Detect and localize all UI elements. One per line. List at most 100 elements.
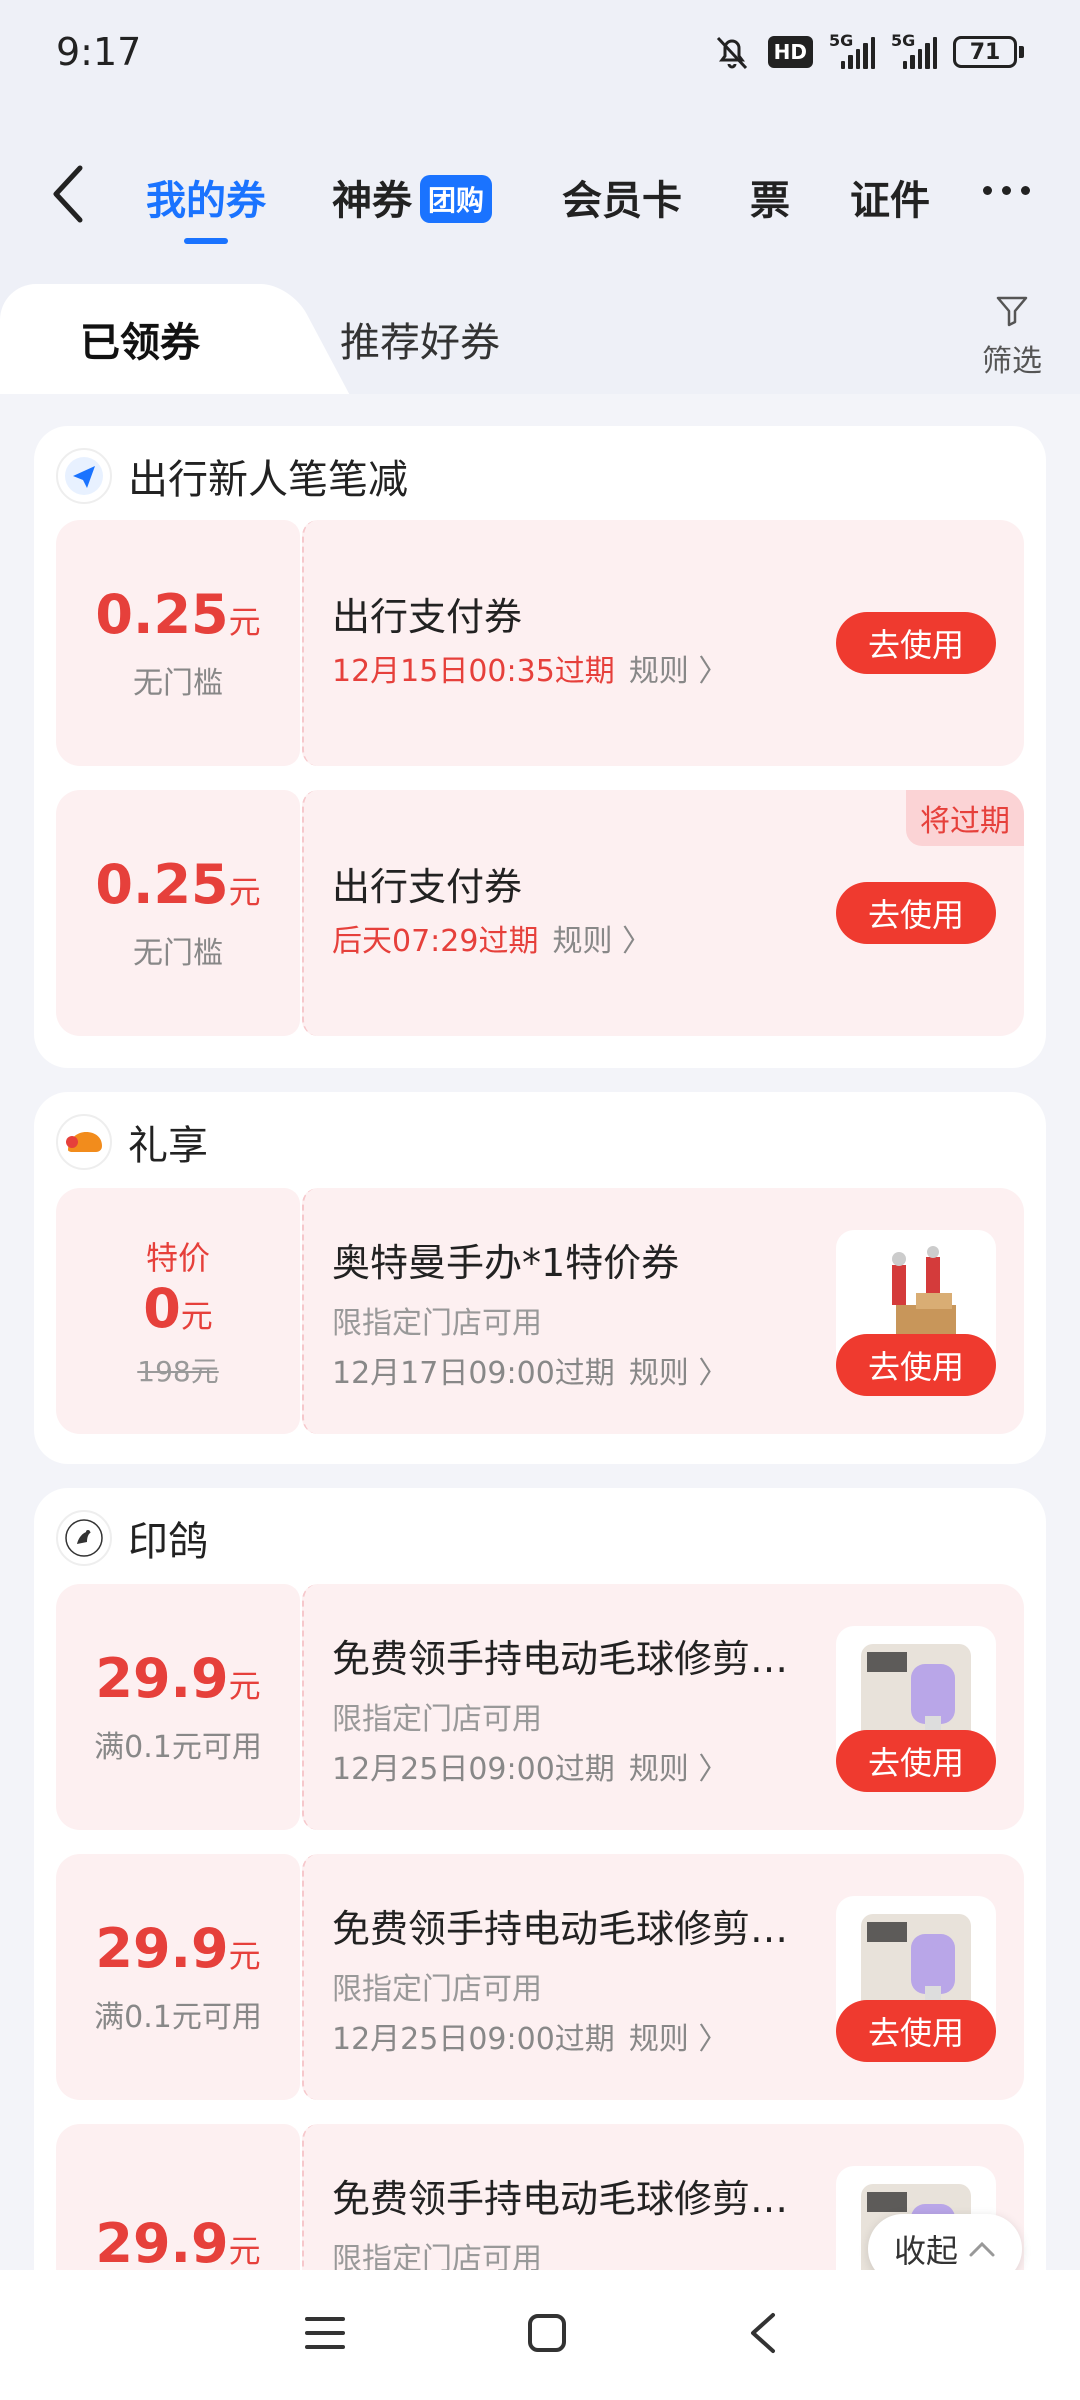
coupon-value: 0.25元 无门槛 xyxy=(56,790,300,1036)
rules-link[interactable]: 规则 〉 xyxy=(629,646,729,690)
coupon-condition: 无门槛 xyxy=(133,935,223,971)
signal-icon: 5G xyxy=(829,31,876,69)
coupon-store: 限指定门店可用 xyxy=(332,1972,542,2007)
rules-link[interactable]: 规则 〉 xyxy=(629,2014,729,2058)
special-price-label: 特价 xyxy=(145,1238,210,1277)
coupon-unit: 元 xyxy=(180,1296,213,1335)
subtab-claimed[interactable]: 已领券 xyxy=(0,284,280,394)
coupon-title: 奥特曼手办*1特价券 xyxy=(332,1241,680,1285)
use-coupon-button[interactable]: 去使用 xyxy=(836,2000,996,2062)
coupon-title: 出行支付券 xyxy=(332,595,523,639)
tab-documents[interactable]: 证件 xyxy=(850,168,930,226)
home-square-icon xyxy=(528,2314,566,2352)
filter-icon xyxy=(996,296,1028,327)
tab-label: 神券 xyxy=(332,178,412,224)
coupon-amount: 29.9 xyxy=(95,1916,229,1980)
yinge-logo-icon xyxy=(56,1510,112,1566)
mute-bell-icon xyxy=(716,36,747,70)
group-brand: 印鸽 xyxy=(128,1519,208,1565)
coupon-amount: 0.25 xyxy=(95,582,229,646)
coupon-amount: 0 xyxy=(143,1276,181,1340)
use-coupon-button[interactable]: 去使用 xyxy=(836,1730,996,1792)
coupon-amount: 29.9 xyxy=(95,1646,229,1710)
coupon-amount: 29.9 xyxy=(95,2211,229,2275)
coupon-detail: 将过期 出行支付券 后天07:29过期 规则 〉 去使用 xyxy=(302,790,1024,1036)
tab-super-coupons[interactable]: 神券 团购 xyxy=(332,168,493,226)
expiring-badge: 将过期 xyxy=(906,790,1024,846)
coupon-group: 出行新人笔笔减 0.25元 无门槛 出行支付券 12月15日00:35过期 规则 … xyxy=(34,426,1046,1068)
coupon-item[interactable]: 0.25元 无门槛 出行支付券 12月15日00:35过期 规则 〉 去使用 xyxy=(56,520,1024,766)
status-bar: 9:17 HD 5G 5G 71 xyxy=(0,0,1080,110)
coupon-title: 免费领手持电动毛球修剪… xyxy=(332,2177,789,2221)
coupon-amount: 0.25 xyxy=(95,852,229,916)
coupon-group: 印鸽 29.9元 满0.1元可用 免费领手持电动毛球修剪… 限指定门店可用 12… xyxy=(34,1488,1046,2370)
sub-tabs: 已领券 推荐好券 筛选 xyxy=(0,284,1080,394)
signal-icon: 5G xyxy=(891,31,938,69)
filter-label: 筛选 xyxy=(982,344,1042,379)
coupon-title: 免费领手持电动毛球修剪… xyxy=(332,1907,789,1951)
coupon-item[interactable]: 特价 0元 198元 奥特曼手办*1特价券 限指定门店可用 12月17日09:0… xyxy=(56,1188,1024,1434)
coupon-title: 出行支付券 xyxy=(332,865,523,909)
coupon-expiry: 12月15日00:35过期 xyxy=(332,654,615,689)
collapse-label: 收起 xyxy=(893,2232,958,2270)
filter-button[interactable]: 筛选 xyxy=(972,294,1052,380)
coupon-detail: 出行支付券 12月15日00:35过期 规则 〉 去使用 xyxy=(302,520,1024,766)
coupon-unit: 元 xyxy=(228,1936,261,1975)
coupon-value: 特价 0元 198元 xyxy=(56,1188,300,1434)
coupon-unit: 元 xyxy=(228,2231,261,2270)
chevron-up-icon xyxy=(969,2241,995,2257)
coupon-title: 免费领手持电动毛球修剪… xyxy=(332,1637,789,1681)
tab-member-card[interactable]: 会员卡 xyxy=(562,168,682,226)
tab-my-coupons[interactable]: 我的券 xyxy=(146,168,266,226)
system-nav-bar xyxy=(0,2270,1080,2400)
coupon-store: 限指定门店可用 xyxy=(332,1702,542,1737)
group-header: 礼享 xyxy=(56,1112,208,1172)
coupon-value: 29.9元 满0.1元可用 xyxy=(56,1584,300,1830)
use-coupon-button[interactable]: 去使用 xyxy=(836,882,996,944)
coupon-store: 限指定门店可用 xyxy=(332,1306,542,1341)
group-brand: 出行新人笔笔减 xyxy=(128,457,408,503)
coupon-item[interactable]: 29.9元 满0.1元可用 免费领手持电动毛球修剪… 限指定门店可用 12月25… xyxy=(56,1584,1024,1830)
lixiang-logo-icon xyxy=(56,1114,112,1170)
battery-icon: 71 xyxy=(953,36,1024,68)
coupon-unit: 元 xyxy=(228,602,261,641)
hd-badge: HD xyxy=(767,36,813,68)
coupon-value: 0.25元 无门槛 xyxy=(56,520,300,766)
rules-link[interactable]: 规则 〉 xyxy=(629,1744,729,1788)
original-price: 198元 xyxy=(137,1354,219,1388)
coupon-value: 29.9元 满0.1元可用 xyxy=(56,1854,300,2100)
group-buy-badge: 团购 xyxy=(420,175,493,223)
coupon-group: 礼享 特价 0元 198元 奥特曼手办*1特价券 限指定门店可用 12月17日0… xyxy=(34,1092,1046,1464)
back-arrow-icon xyxy=(53,165,83,223)
subtab-recommended[interactable]: 推荐好券 xyxy=(300,284,540,394)
group-header: 出行新人笔笔减 xyxy=(56,446,408,506)
coupon-detail: 免费领手持电动毛球修剪… 限指定门店可用 12月25日09:00过期 规则 〉 去… xyxy=(302,1854,1024,2100)
coupon-detail: 免费领手持电动毛球修剪… 限指定门店可用 12月25日09:00过期 规则 〉 去… xyxy=(302,1584,1024,1830)
system-back-button[interactable] xyxy=(747,2311,777,2359)
coupon-condition: 满0.1元可用 xyxy=(94,1729,262,1765)
group-brand: 礼享 xyxy=(128,1123,208,1169)
travel-logo-icon xyxy=(56,448,112,504)
coupon-condition: 无门槛 xyxy=(133,665,223,701)
coupon-expiry: 12月25日09:00过期 xyxy=(332,1752,615,1787)
coupon-item[interactable]: 0.25元 无门槛 将过期 出行支付券 后天07:29过期 规则 〉 去使用 xyxy=(56,790,1024,1036)
menu-icon xyxy=(305,2317,345,2349)
rules-link[interactable]: 规则 〉 xyxy=(552,916,652,960)
status-time: 9:17 xyxy=(56,30,142,74)
back-button[interactable] xyxy=(48,162,98,226)
group-header: 印鸽 xyxy=(56,1508,208,1568)
top-nav: 我的券 神券 团购 会员卡 票 证件 xyxy=(0,140,1080,250)
coupon-expiry: 后天07:29过期 xyxy=(332,924,539,959)
tab-tickets[interactable]: 票 xyxy=(750,168,790,226)
back-triangle-icon xyxy=(751,2313,775,2353)
rules-link[interactable]: 规则 〉 xyxy=(629,1348,729,1392)
more-button[interactable] xyxy=(983,186,1030,195)
coupon-item[interactable]: 29.9元 满0.1元可用 免费领手持电动毛球修剪… 限指定门店可用 12月25… xyxy=(56,1854,1024,2100)
home-button[interactable] xyxy=(527,2313,567,2357)
use-coupon-button[interactable]: 去使用 xyxy=(836,1334,996,1396)
coupon-unit: 元 xyxy=(228,1666,261,1705)
coupon-condition: 满0.1元可用 xyxy=(94,1999,262,2035)
menu-button[interactable] xyxy=(303,2313,347,2357)
status-icons: HD 5G 5G 71 xyxy=(712,30,1024,74)
use-coupon-button[interactable]: 去使用 xyxy=(836,612,996,674)
